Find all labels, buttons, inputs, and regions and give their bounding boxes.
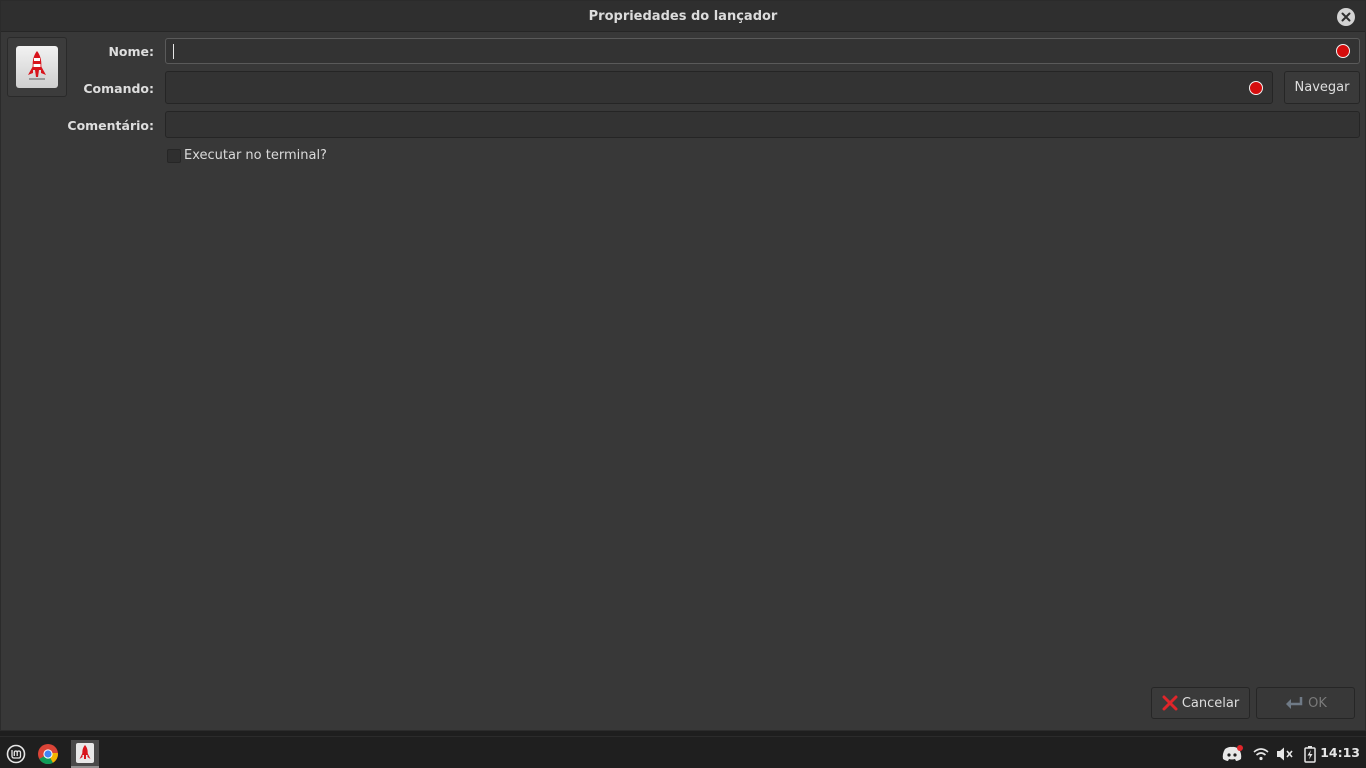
wifi-icon [1253,748,1269,761]
rocket-launcher-icon [76,743,94,763]
volume-tray-button[interactable] [1276,745,1294,763]
command-field[interactable] [172,79,1238,97]
ok-button-label: OK [1308,695,1327,711]
launcher-properties-dialog: Propriedades do lançador Nome: Comando: … [0,0,1366,731]
battery-tray-button[interactable] [1301,745,1319,763]
cancel-button-label: Cancelar [1181,695,1240,711]
terminal-checkbox-label[interactable]: Executar no terminal? [184,148,327,163]
text-caret [173,44,174,59]
discord-icon [1222,745,1243,761]
command-label: Comando: [83,81,154,96]
command-field-container[interactable] [165,71,1273,104]
discord-tray-button[interactable] [1221,745,1243,763]
browse-button[interactable]: Navegar [1284,71,1360,104]
comment-label: Comentário: [67,118,154,133]
title-bar[interactable]: Propriedades do lançador [1,1,1365,32]
taskbar: 14:13 [0,736,1366,768]
ok-button[interactable]: OK [1256,687,1355,719]
close-icon [1341,12,1351,22]
comment-field[interactable] [172,115,1325,133]
browse-button-label: Navegar [1294,80,1350,95]
name-field-container[interactable] [165,38,1360,64]
chrome-icon [38,744,58,765]
clock[interactable]: 14:13 [1320,745,1360,760]
battery-charging-icon [1304,745,1316,763]
volume-muted-icon [1277,747,1293,761]
error-indicator-icon [1249,81,1263,95]
wifi-tray-button[interactable] [1252,745,1270,763]
enter-arrow-icon [1286,697,1303,709]
error-indicator-icon [1336,44,1350,58]
cancel-button[interactable]: Cancelar [1151,687,1250,719]
launcher-taskbar-button[interactable] [71,740,99,768]
name-label: Nome: [108,44,154,59]
window-title: Propriedades do lançador [588,8,778,24]
mint-menu-icon [6,744,26,764]
terminal-checkbox[interactable] [167,149,181,163]
close-button[interactable] [1337,8,1355,26]
mint-menu-button[interactable] [2,740,30,768]
cancel-x-icon [1162,695,1178,711]
name-field[interactable] [172,42,1325,60]
chrome-taskbar-button[interactable] [34,740,62,768]
comment-field-container[interactable] [165,111,1360,138]
